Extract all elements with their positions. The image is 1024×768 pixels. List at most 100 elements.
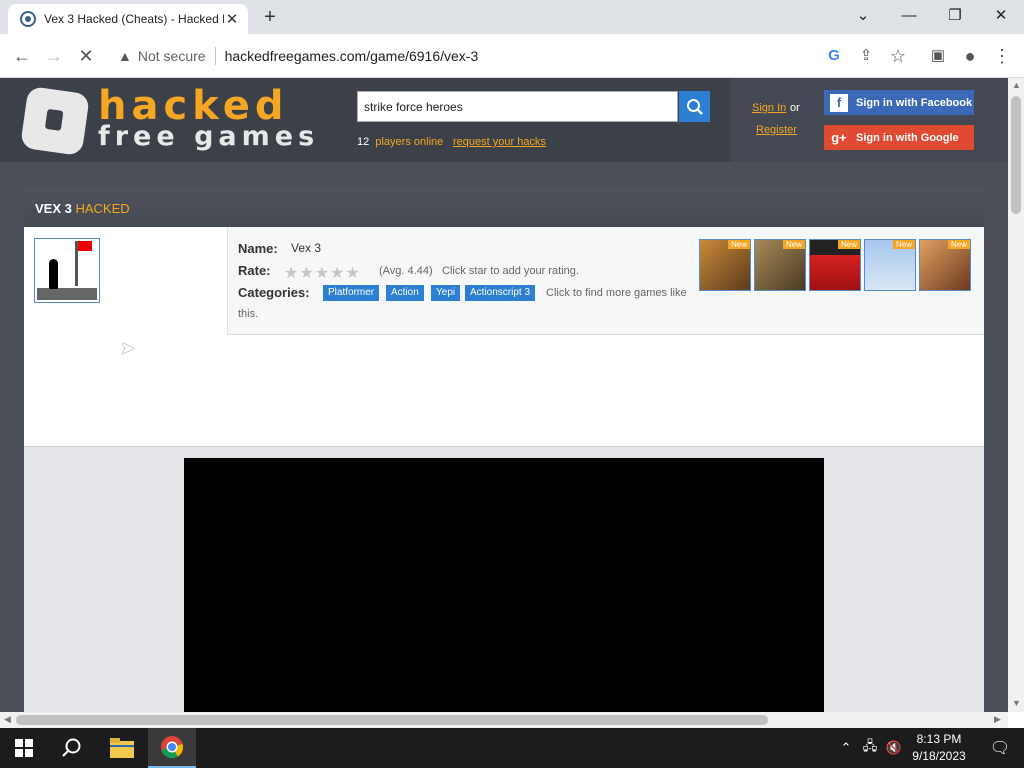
category-tag[interactable]: Actionscript 3 bbox=[465, 285, 536, 301]
side-panel-icon[interactable]: ▣ bbox=[926, 44, 950, 68]
search-input[interactable] bbox=[357, 91, 678, 122]
request-hacks-link[interactable]: request your hacks bbox=[453, 136, 546, 148]
related-game-thumbnail[interactable]: New bbox=[809, 239, 861, 291]
menu-dots-icon[interactable]: ⋮ bbox=[990, 44, 1014, 68]
new-badge: New bbox=[837, 240, 860, 249]
rating-star-icon[interactable]: ★ bbox=[299, 263, 313, 283]
volume-muted-icon[interactable]: 🔇 bbox=[882, 728, 906, 768]
file-explorer-button[interactable] bbox=[98, 728, 146, 768]
vertical-scrollbar[interactable]: ▲ ▼ bbox=[1008, 78, 1024, 712]
show-hidden-icons-icon[interactable]: ⌃ bbox=[834, 728, 858, 768]
players-online: 12 players online bbox=[357, 136, 443, 148]
tab-search-icon[interactable]: ⌄ bbox=[841, 3, 885, 29]
warning-icon[interactable]: ▲ bbox=[118, 48, 132, 64]
new-badge: New bbox=[947, 240, 970, 249]
rating-star-icon[interactable]: ★ bbox=[345, 263, 359, 283]
categories-hint-cont: this. bbox=[238, 308, 259, 320]
register-link[interactable]: Register bbox=[756, 124, 797, 136]
clock-time: 8:13 PM bbox=[916, 732, 962, 746]
back-icon[interactable]: ← bbox=[10, 44, 34, 68]
game-title-bar: VEX 3 HACKED bbox=[24, 188, 984, 227]
average-rating: (Avg. 4.44) bbox=[379, 265, 433, 277]
scroll-right-icon[interactable]: ▶ bbox=[994, 714, 1001, 725]
address-bar[interactable]: ▲ Not secure hackedfreegames.com/game/69… bbox=[108, 40, 878, 72]
game-thumbnail[interactable] bbox=[34, 238, 100, 303]
category-tag[interactable]: Action bbox=[386, 285, 424, 301]
site-header: hacked free games 12 players online requ… bbox=[0, 78, 1008, 162]
horizontal-scrollbar[interactable]: ◀ ▶ bbox=[0, 712, 1008, 728]
stop-loading-icon[interactable]: ✕ bbox=[74, 44, 98, 68]
mouse-cursor-icon: ➤ bbox=[120, 338, 136, 358]
categories-hint: Click to find more games like bbox=[546, 287, 687, 299]
restore-button[interactable]: ❐ bbox=[933, 3, 977, 29]
thumb-ground bbox=[37, 288, 97, 300]
google-lens-icon[interactable]: G bbox=[822, 44, 846, 68]
minimize-button[interactable]: — bbox=[887, 3, 931, 29]
search-icon bbox=[62, 738, 81, 757]
horizontal-scroll-thumb[interactable] bbox=[16, 715, 768, 725]
scroll-left-icon[interactable]: ◀ bbox=[4, 714, 11, 725]
name-value: Vex 3 bbox=[291, 241, 322, 255]
site-favicon-icon bbox=[20, 11, 36, 27]
search-taskbar-button[interactable] bbox=[48, 728, 96, 768]
address-divider bbox=[214, 47, 216, 65]
security-label[interactable]: Not secure bbox=[138, 48, 206, 64]
game-area bbox=[24, 447, 984, 712]
thumbnail-column bbox=[24, 227, 228, 335]
browser-toolbar: ← → ✕ ▲ Not secure hackedfreegames.com/g… bbox=[0, 34, 1024, 78]
facebook-icon: f bbox=[830, 93, 848, 112]
bookmark-star-icon[interactable]: ☆ bbox=[886, 44, 910, 68]
search-button[interactable] bbox=[679, 91, 710, 122]
related-game-thumbnail[interactable]: New bbox=[919, 239, 971, 291]
share-icon[interactable]: ⇪ bbox=[854, 44, 878, 68]
new-badge: New bbox=[782, 240, 805, 249]
url-text[interactable]: hackedfreegames.com/game/6916/vex-3 bbox=[225, 48, 479, 64]
chrome-icon bbox=[161, 736, 184, 759]
browser-tab[interactable]: Vex 3 Hacked (Cheats) - Hacked Free Game… bbox=[8, 4, 248, 34]
scroll-down-icon[interactable]: ▼ bbox=[1012, 698, 1021, 708]
related-game-thumbnail[interactable]: New bbox=[864, 239, 916, 291]
vertical-scroll-thumb[interactable] bbox=[1011, 96, 1021, 214]
profile-avatar-icon[interactable]: ● bbox=[958, 44, 982, 68]
system-clock[interactable]: 8:13 PM 9/18/2023 bbox=[908, 731, 970, 765]
chrome-taskbar-button[interactable] bbox=[148, 728, 196, 768]
rating-star-icon[interactable]: ★ bbox=[315, 263, 329, 283]
tab-close-icon[interactable]: ✕ bbox=[224, 10, 240, 28]
notifications-icon[interactable]: 🗨 bbox=[976, 728, 1024, 768]
name-label: Name: bbox=[238, 241, 278, 256]
category-tag[interactable]: Platformer bbox=[323, 285, 380, 301]
game-title-suffix: HACKED bbox=[75, 201, 130, 216]
google-signin-label: Sign in with Google bbox=[856, 131, 959, 144]
rating-star-icon[interactable]: ★ bbox=[284, 263, 298, 283]
network-icon[interactable]: 🖧 bbox=[858, 728, 882, 768]
game-info-panel: Name: Vex 3 Rate: ★ ★ ★ ★ ★ (Avg. 4.44) … bbox=[24, 227, 984, 335]
sign-in-link[interactable]: Sign In bbox=[752, 102, 786, 114]
category-tag[interactable]: Yepi bbox=[431, 285, 461, 301]
facebook-signin-label: Sign in with Facebook bbox=[856, 96, 973, 109]
related-game-thumbnail[interactable]: New bbox=[699, 239, 751, 291]
site-logo[interactable]: hacked free games bbox=[19, 84, 339, 157]
stickman-icon bbox=[49, 259, 58, 289]
rating-stars: ★ ★ ★ ★ ★ bbox=[284, 263, 361, 283]
ad-space bbox=[24, 335, 984, 447]
tab-title: Vex 3 Hacked (Cheats) - Hacked Free Game… bbox=[44, 12, 224, 26]
related-game-thumbnail[interactable]: New bbox=[754, 239, 806, 291]
flag-icon bbox=[78, 241, 92, 251]
new-badge: New bbox=[892, 240, 915, 249]
tab-strip: Vex 3 Hacked (Cheats) - Hacked Free Game… bbox=[0, 0, 1024, 34]
forward-icon[interactable]: → bbox=[42, 44, 66, 68]
rating-star-icon[interactable]: ★ bbox=[330, 263, 344, 283]
facebook-signin-button[interactable]: f Sign in with Facebook bbox=[824, 90, 974, 115]
google-signin-button[interactable]: g+ Sign in with Google bbox=[824, 125, 974, 150]
folder-icon bbox=[110, 738, 134, 758]
puzzle-logo-icon bbox=[19, 85, 91, 157]
or-label: or bbox=[790, 102, 800, 114]
scroll-up-icon[interactable]: ▲ bbox=[1012, 80, 1021, 90]
logo-text-free-games: free games bbox=[98, 121, 320, 152]
game-canvas[interactable] bbox=[184, 458, 824, 712]
clock-date: 9/18/2023 bbox=[912, 749, 966, 763]
start-button[interactable] bbox=[0, 728, 48, 768]
close-window-button[interactable]: ✕ bbox=[979, 3, 1023, 29]
windows-logo-icon bbox=[15, 739, 33, 757]
new-tab-button[interactable]: + bbox=[259, 6, 281, 28]
